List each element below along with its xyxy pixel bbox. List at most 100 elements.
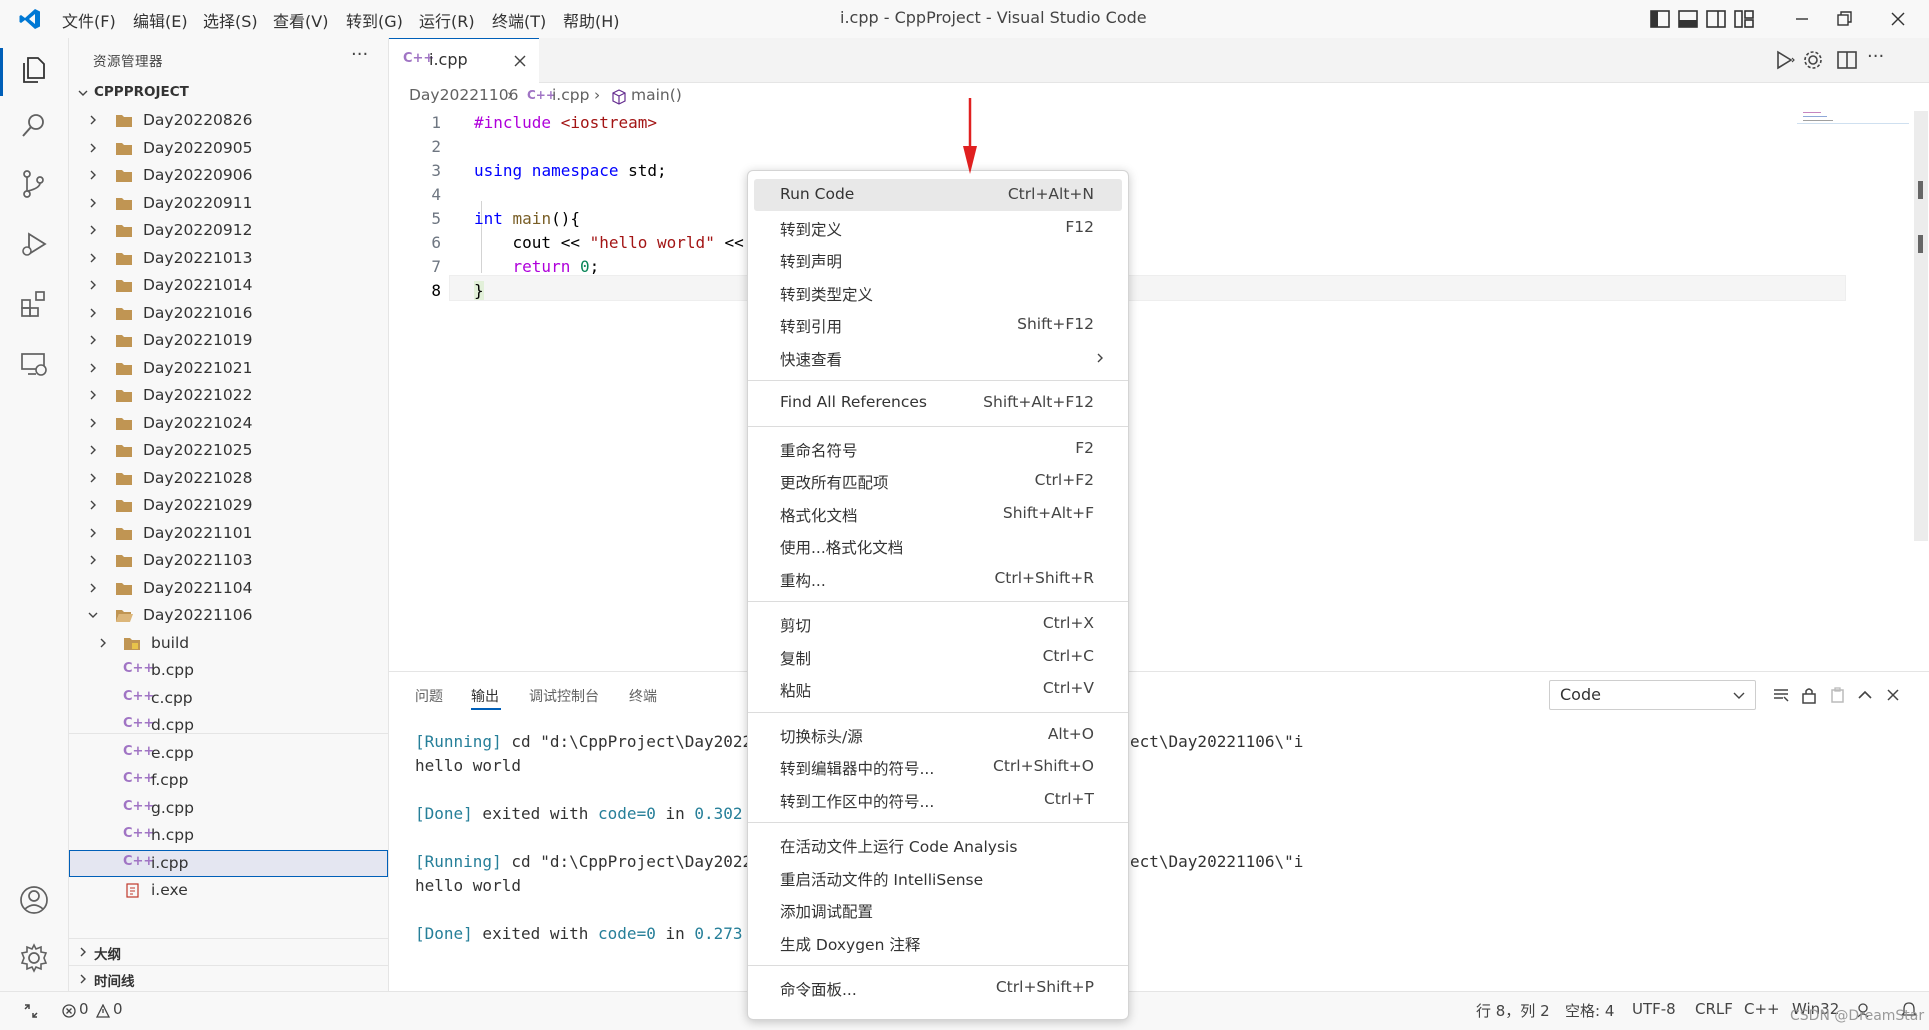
close-panel-icon[interactable] <box>1883 685 1903 705</box>
breadcrumb-folder[interactable]: Day20221106 <box>409 86 519 104</box>
tree-folder[interactable]: Day20221103 <box>69 547 388 574</box>
lock-icon[interactable] <box>1799 685 1819 705</box>
tab-i-cpp[interactable]: C++ i.cpp <box>389 38 539 83</box>
search-icon[interactable] <box>18 110 50 142</box>
tree-folder[interactable]: Day20220905 <box>69 135 388 162</box>
settings-gear-icon[interactable] <box>1801 48 1825 72</box>
explorer-more-button[interactable]: ··· <box>351 44 368 65</box>
explorer-icon[interactable] <box>18 54 50 86</box>
breadcrumb-symbol[interactable]: main() <box>631 86 682 104</box>
customize-layout-icon[interactable] <box>1732 7 1756 31</box>
restore-icon[interactable] <box>1832 7 1856 31</box>
tree-file-exe[interactable]: i.exe <box>69 877 388 904</box>
context-menu-item[interactable]: 转到工作区中的符号... Ctrl+T <box>754 784 1122 816</box>
minimize-icon[interactable] <box>1790 7 1814 31</box>
tree-folder[interactable]: Day20221022 <box>69 382 388 409</box>
context-menu-item[interactable]: 转到类型定义 <box>754 277 1122 309</box>
toggle-secondary-sidebar-icon[interactable] <box>1704 7 1728 31</box>
tree-folder[interactable]: Day20221025 <box>69 437 388 464</box>
toggle-sidebar-icon[interactable] <box>1648 7 1672 31</box>
tree-folder[interactable]: Day20221028 <box>69 465 388 492</box>
context-menu-item[interactable]: 命令面板... Ctrl+Shift+P <box>754 972 1122 1004</box>
editor-scrollbar[interactable] <box>1914 111 1928 541</box>
language-mode[interactable]: C++ <box>1744 1000 1780 1018</box>
tree-folder[interactable]: Day20220826 <box>69 107 388 134</box>
tab-output[interactable]: 输出 <box>471 686 499 706</box>
tree-folder[interactable]: Day20221016 <box>69 300 388 327</box>
menu-run[interactable]: 运行(R) <box>419 8 475 32</box>
tree-folder-build[interactable]: build <box>69 630 388 657</box>
timeline-section[interactable]: 时间线 <box>69 965 388 991</box>
tree-folder[interactable]: Day20220906 <box>69 162 388 189</box>
context-menu-item[interactable]: 复制 Ctrl+C <box>754 641 1122 673</box>
manage-gear-icon[interactable] <box>18 942 50 974</box>
tree-file[interactable]: C++ e.cpp <box>69 740 388 767</box>
remote-indicator-icon[interactable] <box>22 1002 40 1020</box>
toggle-panel-icon[interactable] <box>1676 7 1700 31</box>
menu-view[interactable]: 查看(V) <box>273 8 328 32</box>
tab-debug-console[interactable]: 调试控制台 <box>529 686 599 706</box>
tree-folder[interactable]: Day20220912 <box>69 217 388 244</box>
tree-folder[interactable]: Day20221013 <box>69 245 388 272</box>
split-editor-icon[interactable] <box>1835 48 1859 72</box>
context-menu-item[interactable]: 添加调试配置 <box>754 894 1122 926</box>
editor-more-button[interactable]: ··· <box>1867 46 1884 67</box>
outline-section[interactable]: 大纲 <box>69 938 388 966</box>
tab-problems[interactable]: 问题 <box>415 686 443 706</box>
menu-help[interactable]: 帮助(H) <box>563 8 620 32</box>
context-menu-item[interactable]: 在活动文件上运行 Code Analysis <box>754 829 1122 861</box>
close-window-icon[interactable] <box>1886 7 1910 31</box>
context-menu-item[interactable]: 重构... Ctrl+Shift+R <box>754 563 1122 595</box>
tree-folder[interactable]: Day20221024 <box>69 410 388 437</box>
context-menu-item[interactable]: 转到声明 <box>754 244 1122 276</box>
workspace-root[interactable]: CPPPROJECT <box>69 80 388 107</box>
scrollbar-thumb[interactable] <box>1918 181 1923 199</box>
menu-go[interactable]: 转到(G) <box>346 8 403 32</box>
tree-file[interactable]: C++ c.cpp <box>69 685 388 712</box>
code-editor[interactable]: 1 2 3 4 5 6 7 8 #include <iostream> usin… <box>389 109 1928 671</box>
context-menu-item[interactable]: 更改所有匹配项 Ctrl+F2 <box>754 465 1122 497</box>
tree-folder[interactable]: Day20221019 <box>69 327 388 354</box>
tree-folder[interactable]: Day20221101 <box>69 520 388 547</box>
output-channel-select[interactable]: Code <box>1549 680 1756 710</box>
menu-terminal[interactable]: 终端(T) <box>492 8 546 32</box>
context-menu-item[interactable]: 格式化文档 Shift+Alt+F <box>754 498 1122 530</box>
context-menu-item[interactable]: 切换标头/源 Alt+O <box>754 719 1122 751</box>
tree-file[interactable]: C++ h.cpp <box>69 822 388 849</box>
end-of-line[interactable]: CRLF <box>1695 1000 1733 1018</box>
run-code-icon[interactable] <box>1772 48 1796 72</box>
tree-file[interactable]: C++ b.cpp <box>69 657 388 684</box>
tree-folder[interactable]: Day20220911 <box>69 190 388 217</box>
cursor-position[interactable]: 行 8，列 2 <box>1476 1000 1550 1021</box>
tree-folder[interactable]: Day20221104 <box>69 575 388 602</box>
context-menu-item[interactable]: Run Code Ctrl+Alt+N <box>754 179 1122 211</box>
minimap[interactable] <box>1797 109 1909 124</box>
context-menu-item[interactable]: 转到定义 F12 <box>754 212 1122 244</box>
problems-status[interactable]: 0 0 <box>62 992 132 1030</box>
source-control-icon[interactable] <box>18 168 50 200</box>
breadcrumb-file[interactable]: i.cpp <box>552 86 589 104</box>
menu-selection[interactable]: 选择(S) <box>203 8 258 32</box>
tree-folder-open[interactable]: Day20221106 <box>69 602 388 629</box>
accounts-icon[interactable] <box>18 884 50 916</box>
tab-terminal[interactable]: 终端 <box>629 686 657 706</box>
tree-folder[interactable]: Day20221029 <box>69 492 388 519</box>
run-debug-icon[interactable] <box>18 228 50 260</box>
menu-file[interactable]: 文件(F) <box>62 8 116 32</box>
context-menu-item[interactable]: 转到编辑器中的符号... Ctrl+Shift+O <box>754 751 1122 783</box>
indentation[interactable]: 空格: 4 <box>1565 1000 1614 1021</box>
context-menu-item[interactable]: 粘贴 Ctrl+V <box>754 673 1122 705</box>
chevron-up-icon[interactable] <box>1855 685 1875 705</box>
context-menu-item[interactable]: 重命名符号 F2 <box>754 433 1122 465</box>
context-menu-item[interactable]: 剪切 Ctrl+X <box>754 608 1122 640</box>
tree-file[interactable]: C++ d.cpp <box>69 712 388 739</box>
menu-edit[interactable]: 编辑(E) <box>133 8 188 32</box>
tree-file[interactable]: C++ g.cpp <box>69 795 388 822</box>
context-menu-item[interactable]: 快速查看 <box>754 342 1122 374</box>
remote-explorer-icon[interactable] <box>18 348 50 380</box>
tree-folder[interactable]: Day20221014 <box>69 272 388 299</box>
context-menu-item[interactable]: 生成 Doxygen 注释 <box>754 927 1122 959</box>
context-menu-item[interactable]: 转到引用 Shift+F12 <box>754 309 1122 341</box>
tree-folder[interactable]: Day20221021 <box>69 355 388 382</box>
context-menu-item[interactable]: 重启活动文件的 IntelliSense <box>754 862 1122 894</box>
